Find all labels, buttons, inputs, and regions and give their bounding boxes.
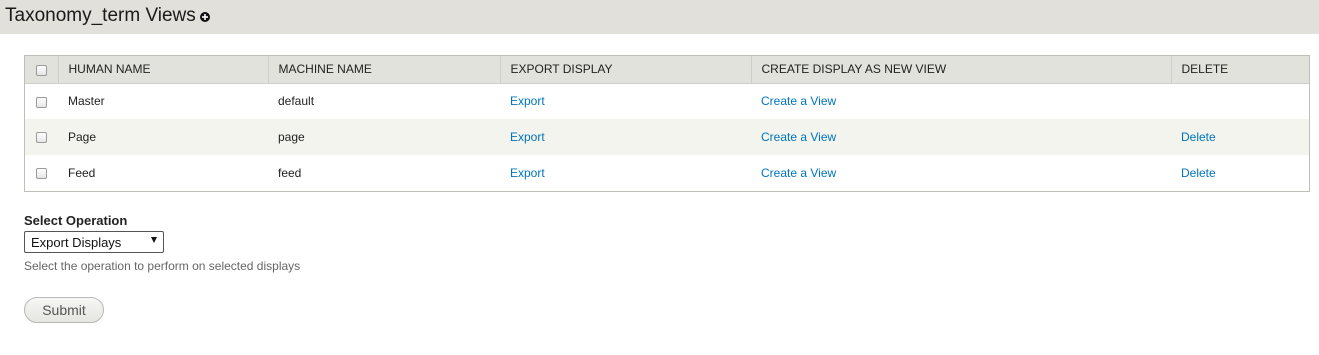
create-view-link[interactable]: Create a View <box>761 166 836 180</box>
row-checkbox[interactable] <box>36 132 47 144</box>
column-header-export-display[interactable]: EXPORT DISPLAY <box>499 56 751 84</box>
column-header-delete[interactable]: DELETE <box>1170 56 1309 84</box>
delete-link[interactable]: Delete <box>1181 166 1216 180</box>
operation-select[interactable]: Export Displays <box>24 231 164 253</box>
human-name-cell: Page <box>68 130 97 144</box>
row-checkbox[interactable] <box>36 168 47 180</box>
row-checkbox[interactable] <box>36 96 47 108</box>
page-header: Taxonomy_term Views <box>0 0 1319 34</box>
column-header-human-name[interactable]: HUMAN NAME <box>57 56 268 84</box>
select-all-cell <box>25 56 58 84</box>
human-name-cell: Feed <box>68 166 96 180</box>
select-all-checkbox[interactable] <box>35 64 47 76</box>
table-row: Feed feed Export Create a View Delete <box>25 155 1309 191</box>
delete-link[interactable]: Delete <box>1181 130 1216 144</box>
column-header-machine-name[interactable]: MACHINE NAME <box>267 56 500 84</box>
displays-table: HUMAN NAME MACHINE NAME EXPORT DISPLAY C… <box>24 55 1310 192</box>
export-link[interactable]: Export <box>510 94 545 108</box>
operation-description: Select the operation to perform on selec… <box>24 259 301 273</box>
create-view-link[interactable]: Create a View <box>761 130 836 144</box>
submit-button[interactable]: Submit <box>24 297 104 323</box>
export-link[interactable]: Export <box>510 130 545 144</box>
table-row: Master default Export Create a View <box>25 83 1309 119</box>
page-title: Taxonomy_term Views <box>5 5 196 26</box>
dropdown-arrow-icon <box>151 237 157 243</box>
machine-name-cell: page <box>278 130 305 144</box>
export-link[interactable]: Export <box>510 166 545 180</box>
machine-name-cell: feed <box>278 166 302 180</box>
create-view-link[interactable]: Create a View <box>761 94 836 108</box>
operation-select-value: Export Displays <box>31 235 122 250</box>
table-row: Page page Export Create a View Delete <box>25 119 1309 155</box>
operation-label: Select Operation <box>24 213 128 228</box>
column-header-create-display[interactable]: CREATE DISPLAY AS NEW VIEW <box>750 56 1171 84</box>
human-name-cell: Master <box>68 94 105 109</box>
machine-name-cell: default <box>278 94 315 109</box>
table-header-row: HUMAN NAME MACHINE NAME EXPORT DISPLAY C… <box>25 56 1309 84</box>
add-circle-icon[interactable] <box>199 11 211 23</box>
